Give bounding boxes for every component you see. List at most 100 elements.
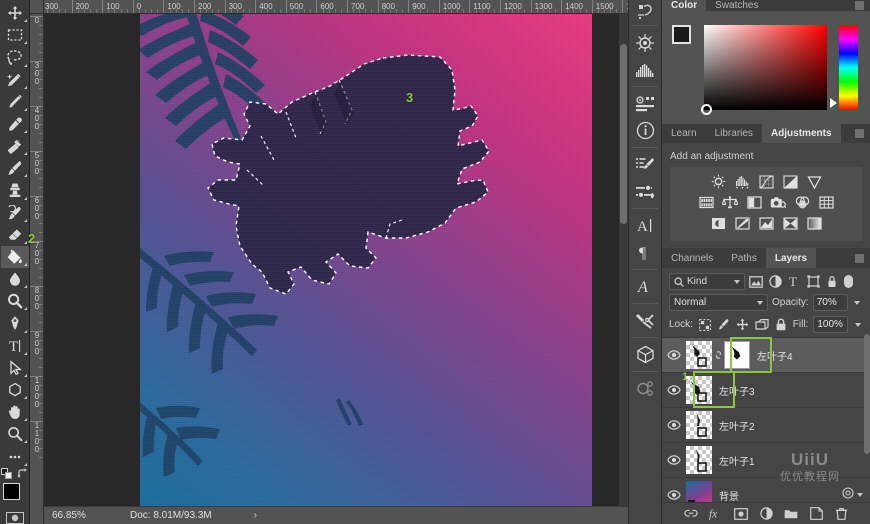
horizontal-ruler[interactable]: 3002001000100200300400500600700800900100… (44, 0, 628, 14)
blend-mode-select[interactable]: Normal (669, 294, 768, 311)
healing-brush-tool[interactable] (1, 135, 29, 157)
layer-thumbnail[interactable] (686, 411, 712, 439)
lock-position-icon[interactable] (736, 317, 750, 333)
layer-visibility-icon[interactable] (662, 455, 686, 465)
canvas-vertical-scrollbar[interactable] (619, 14, 628, 506)
hand-tool[interactable] (1, 401, 29, 423)
pen-tool[interactable] (1, 312, 29, 334)
filter-shape-icon[interactable] (805, 274, 821, 290)
filter-kind-select[interactable]: Kind (669, 273, 745, 290)
zoom-tool[interactable] (1, 423, 29, 445)
character-panel-icon[interactable]: A (628, 212, 662, 239)
history-brush-tool[interactable] (1, 202, 29, 224)
canvas-scroll-thumb[interactable] (620, 44, 627, 224)
photo-filter-icon[interactable] (770, 195, 787, 210)
quick-mask-icon[interactable] (4, 512, 26, 524)
layers-scroll-thumb[interactable] (864, 334, 870, 454)
curves-icon[interactable] (758, 174, 775, 189)
foreground-color-swatch[interactable] (3, 483, 20, 500)
default-colors-icon[interactable] (1, 468, 13, 480)
color-field[interactable] (704, 25, 827, 110)
table-row[interactable]: 左叶子1 (662, 443, 870, 478)
vibrance-icon[interactable] (806, 174, 823, 189)
add-layer-mask-icon[interactable] (734, 507, 748, 521)
layer-visibility-icon[interactable] (662, 350, 686, 360)
gradient-map-icon[interactable] (806, 216, 823, 231)
layer-visibility-icon[interactable] (662, 385, 686, 395)
hue-saturation-icon[interactable] (698, 195, 715, 210)
layer-name[interactable]: 左叶子2 (719, 418, 755, 433)
layer-visibility-icon[interactable] (662, 490, 686, 500)
path-selection-tool[interactable] (1, 357, 29, 379)
fill-chevron-down-icon[interactable] (853, 316, 863, 333)
status-expand-icon[interactable]: › (254, 510, 257, 521)
exposure-icon[interactable] (782, 174, 799, 189)
hue-slider[interactable] (839, 25, 858, 110)
tab-learn[interactable]: Learn (662, 124, 706, 143)
blur-tool[interactable] (1, 268, 29, 290)
edit-toolbar-tool[interactable] (1, 445, 29, 467)
link-layers-icon[interactable] (684, 507, 698, 521)
posterize-icon[interactable] (734, 216, 751, 231)
lock-image-pixels-icon[interactable] (717, 317, 731, 333)
layer-name[interactable]: 左叶子4 (757, 348, 793, 363)
properties-icon[interactable] (628, 90, 662, 117)
layer-mask-thumbnail[interactable] (724, 341, 750, 369)
layer-name[interactable]: 左叶子3 (719, 383, 755, 398)
color-field-picker[interactable] (701, 104, 712, 115)
color-panel-swatches[interactable] (672, 25, 698, 51)
color-balance-icon[interactable] (722, 195, 739, 210)
eyedropper-tool[interactable] (1, 113, 29, 135)
lasso-tool[interactable] (1, 46, 29, 68)
opacity-chevron-down-icon[interactable] (852, 294, 863, 311)
tab-layers[interactable]: Layers (766, 248, 816, 268)
new-group-icon[interactable] (784, 507, 798, 521)
canvas-area[interactable]: 3 (44, 14, 628, 506)
layer-name[interactable]: 左叶子1 (719, 453, 755, 468)
color-panel-menu-icon[interactable] (855, 0, 870, 11)
clone-stamp-tool[interactable] (1, 179, 29, 201)
vertical-ruler[interactable]: 030040050060070080090010001100 (30, 14, 44, 524)
layer-mask-link-icon[interactable] (712, 349, 724, 361)
fill-input[interactable]: 100% (813, 316, 847, 333)
tab-adjustments[interactable]: Adjustments (762, 124, 841, 143)
table-row[interactable]: 左叶子3 (662, 373, 870, 408)
tab-paths[interactable]: Paths (722, 248, 766, 268)
gradient-tool[interactable] (1, 246, 29, 268)
paragraph-panel-icon[interactable]: ¶ (628, 239, 662, 266)
layer-style-icon[interactable]: fx (709, 507, 723, 521)
tab-color[interactable]: Color (662, 0, 706, 11)
filter-toggle-switch[interactable] (844, 275, 853, 288)
artboard[interactable]: 3 (140, 14, 592, 506)
filter-smart-object-icon[interactable] (824, 274, 840, 290)
invert-icon[interactable] (710, 216, 727, 231)
layer-thumbnail[interactable] (686, 446, 712, 474)
eraser-tool[interactable] (1, 224, 29, 246)
filter-type-icon[interactable]: T (786, 274, 802, 290)
hue-slider-marker[interactable] (830, 98, 837, 108)
swap-colors-icon[interactable] (17, 468, 29, 480)
opacity-input[interactable]: 70% (813, 294, 848, 311)
tab-swatches[interactable]: Swatches (706, 0, 767, 11)
filter-adjustment-icon[interactable] (767, 274, 783, 290)
threshold-icon[interactable] (758, 216, 775, 231)
tab-channels[interactable]: Channels (662, 248, 722, 268)
levels-icon[interactable] (734, 174, 751, 189)
3d-panel-icon[interactable] (628, 341, 662, 368)
new-adjustment-layer-icon[interactable] (759, 507, 773, 521)
color-wheel-icon[interactable] (628, 29, 662, 56)
layer-visibility-icon[interactable] (662, 420, 686, 430)
selective-color-icon[interactable] (782, 216, 799, 231)
brush-tool[interactable] (1, 157, 29, 179)
dodge-tool[interactable] (1, 290, 29, 312)
brightness-contrast-icon[interactable] (710, 174, 727, 189)
info-icon[interactable] (628, 117, 662, 144)
history-panel-icon[interactable] (628, 0, 662, 22)
lock-transparent-pixels-icon[interactable] (698, 317, 712, 333)
layers-scrollbar[interactable] (863, 334, 870, 500)
delete-layer-icon[interactable] (834, 507, 848, 521)
brush-settings-icon[interactable] (628, 151, 662, 178)
ruler-corner[interactable] (30, 0, 44, 14)
materials-icon[interactable] (628, 375, 662, 402)
foreground-background-swatches[interactable] (1, 482, 29, 509)
